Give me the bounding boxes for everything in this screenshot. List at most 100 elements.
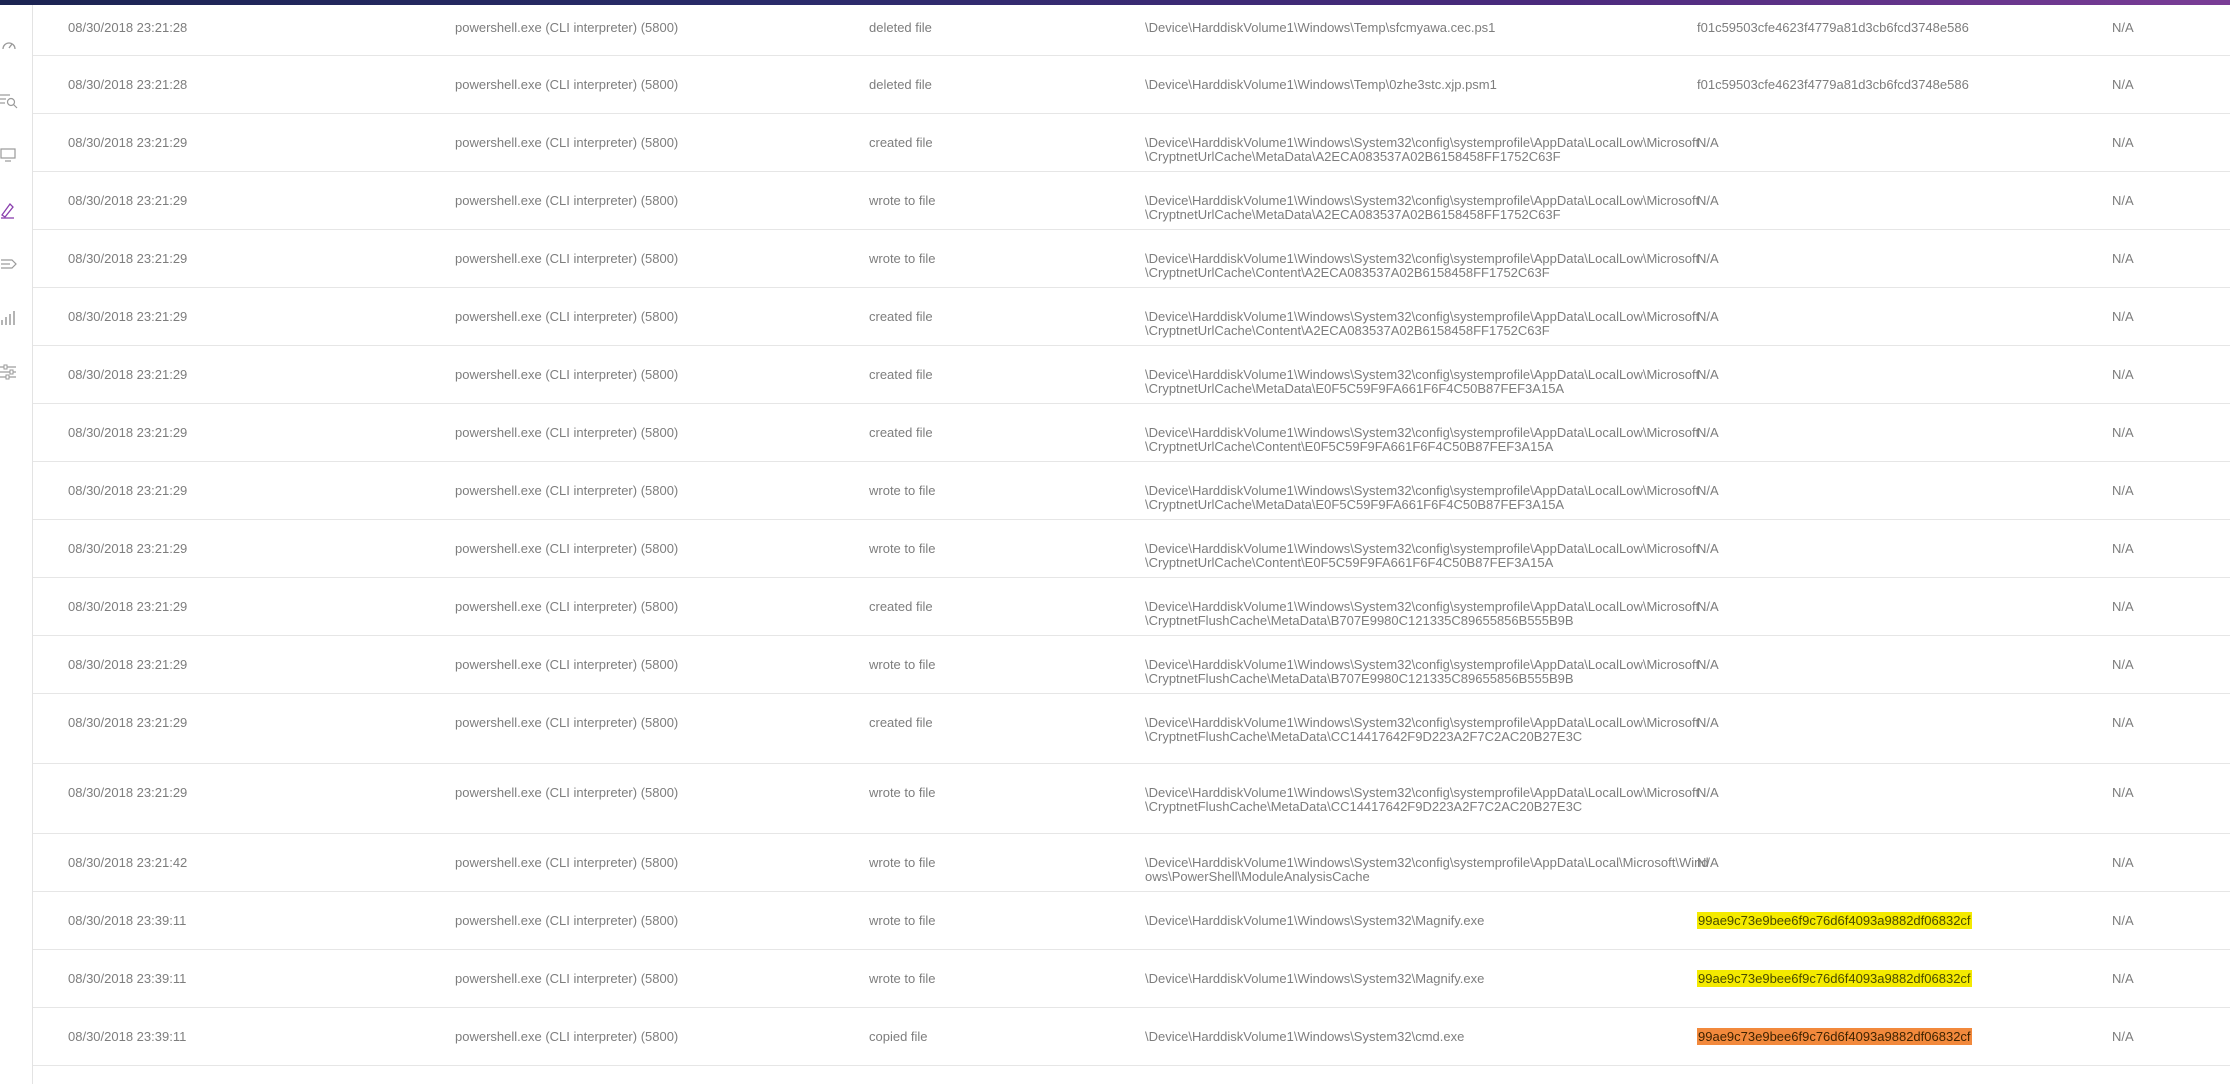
event-action: created file: [869, 135, 933, 150]
event-path: \Device\HarddiskVolume1\Windows\System32…: [1145, 855, 1709, 884]
event-action: created file: [869, 425, 933, 440]
event-path: \Device\HarddiskVolume1\Windows\System32…: [1145, 251, 1700, 280]
event-hash: N/A: [1697, 657, 1719, 672]
table-row[interactable]: 08/30/2018 23:21:29 powershell.exe (CLI i…: [33, 404, 2230, 462]
table-row[interactable]: 08/30/2018 23:21:28 powershell.exe (CLI i…: [33, 56, 2230, 114]
event-action: created file: [869, 367, 933, 382]
event-process: powershell.exe (CLI interpreter) (5800): [455, 77, 679, 92]
table-row[interactable]: 08/30/2018 23:21:29 powershell.exe (CLI i…: [33, 346, 2230, 404]
event-path: \Device\HarddiskVolume1\Windows\System32…: [1145, 599, 1700, 628]
event-process: powershell.exe (CLI interpreter) (5800): [455, 425, 679, 440]
table-row[interactable]: 08/30/2018 23:39:11 powershell.exe (CLI i…: [33, 1008, 2230, 1066]
sliders-icon[interactable]: [0, 361, 18, 383]
table-row[interactable]: 08/30/2018 23:21:28 powershell.exe (CLI i…: [33, 5, 2230, 56]
routing-icon[interactable]: [0, 253, 18, 275]
event-path: \Device\HarddiskVolume1\Windows\System32…: [1145, 135, 1700, 164]
event-action: wrote to file: [869, 785, 936, 800]
event-path: \Device\HarddiskVolume1\Windows\System32…: [1145, 971, 1485, 986]
event-process: powershell.exe (CLI interpreter) (5800): [455, 657, 679, 672]
event-hash: f01c59503cfe4623f4779a81d3cb6fcd3748e586: [1697, 20, 1969, 35]
event-path: \Device\HarddiskVolume1\Windows\System32…: [1145, 1029, 1465, 1044]
event-hash: f01c59503cfe4623f4779a81d3cb6fcd3748e586: [1697, 77, 1969, 92]
event-process: powershell.exe (CLI interpreter) (5800): [455, 785, 679, 800]
event-reputation: N/A: [2112, 77, 2134, 92]
event-process: powershell.exe (CLI interpreter) (5800): [455, 541, 679, 556]
event-reputation: N/A: [2112, 20, 2134, 35]
event-reputation: N/A: [2112, 599, 2134, 614]
event-hash: N/A: [1697, 309, 1719, 324]
investigate-icon[interactable]: [0, 199, 18, 221]
event-process: powershell.exe (CLI interpreter) (5800): [455, 135, 679, 150]
event-hash: N/A: [1697, 599, 1719, 614]
search-list-icon[interactable]: [0, 89, 18, 111]
event-path: \Device\HarddiskVolume1\Windows\System32…: [1145, 657, 1700, 686]
table-row[interactable]: 08/30/2018 23:21:29 powershell.exe (CLI i…: [33, 462, 2230, 520]
event-time: 08/30/2018 23:21:29: [68, 309, 188, 324]
event-process: powershell.exe (CLI interpreter) (5800): [455, 193, 679, 208]
hash-highlight: 99ae9c73e9bee6f9c76d6f4093a9882df06832cf: [1697, 912, 1972, 929]
hash-highlight: 99ae9c73e9bee6f9c76d6f4093a9882df06832cf: [1697, 1028, 1972, 1045]
table-row[interactable]: 08/30/2018 23:21:29 powershell.exe (CLI i…: [33, 230, 2230, 288]
table-row[interactable]: 08/30/2018 23:21:29 powershell.exe (CLI i…: [33, 694, 2230, 764]
table-row[interactable]: 08/30/2018 23:21:29 powershell.exe (CLI i…: [33, 520, 2230, 578]
event-path: \Device\HarddiskVolume1\Windows\Temp\0zh…: [1145, 77, 1497, 92]
event-path: \Device\HarddiskVolume1\Windows\System32…: [1145, 367, 1700, 396]
event-hash: N/A: [1697, 251, 1719, 266]
event-process: powershell.exe (CLI interpreter) (5800): [455, 483, 679, 498]
table-row[interactable]: 08/30/2018 23:39:11 powershell.exe (CLI i…: [33, 892, 2230, 950]
event-reputation: N/A: [2112, 483, 2134, 498]
event-reputation: N/A: [2112, 193, 2134, 208]
event-reputation: N/A: [2112, 425, 2134, 440]
event-reputation: N/A: [2112, 913, 2134, 928]
event-process: powershell.exe (CLI interpreter) (5800): [455, 251, 679, 266]
table-row[interactable]: 08/30/2018 23:21:29 powershell.exe (CLI i…: [33, 114, 2230, 172]
event-reputation: N/A: [2112, 251, 2134, 266]
table-row[interactable]: 08/30/2018 23:21:29 powershell.exe (CLI i…: [33, 764, 2230, 834]
event-time: 08/30/2018 23:21:29: [68, 367, 188, 382]
event-path: \Device\HarddiskVolume1\Windows\System32…: [1145, 541, 1700, 570]
event-time: 08/30/2018 23:21:29: [68, 785, 188, 800]
event-action: deleted file: [869, 77, 932, 92]
event-action: wrote to file: [869, 657, 936, 672]
event-action: wrote to file: [869, 251, 936, 266]
event-hash: N/A: [1697, 425, 1719, 440]
table-row[interactable]: 08/30/2018 23:21:29 powershell.exe (CLI i…: [33, 172, 2230, 230]
event-hash: 99ae9c73e9bee6f9c76d6f4093a9882df06832cf: [1697, 1028, 1972, 1045]
event-process: powershell.exe (CLI interpreter) (5800): [455, 20, 679, 35]
hash-highlight: 99ae9c73e9bee6f9c76d6f4093a9882df06832cf: [1697, 970, 1972, 987]
event-time: 08/30/2018 23:21:42: [68, 855, 188, 870]
monitor-icon[interactable]: [0, 143, 18, 165]
event-path: \Device\HarddiskVolume1\Windows\System32…: [1145, 785, 1700, 814]
event-action: copied file: [869, 1029, 928, 1044]
event-process: powershell.exe (CLI interpreter) (5800): [455, 367, 679, 382]
event-hash: N/A: [1697, 785, 1719, 800]
event-reputation: N/A: [2112, 785, 2134, 800]
event-time: 08/30/2018 23:39:11: [68, 971, 187, 986]
event-time: 08/30/2018 23:21:29: [68, 599, 188, 614]
bar-chart-icon[interactable]: [0, 307, 18, 329]
dashboard-gauge-icon[interactable]: [0, 35, 18, 57]
event-action: created file: [869, 309, 933, 324]
table-row[interactable]: 08/30/2018 23:21:42 powershell.exe (CLI i…: [33, 834, 2230, 892]
event-process: powershell.exe (CLI interpreter) (5800): [455, 715, 679, 730]
event-table: 08/30/2018 23:21:28 powershell.exe (CLI i…: [33, 5, 2230, 1066]
event-action: deleted file: [869, 20, 932, 35]
event-reputation: N/A: [2112, 715, 2134, 730]
table-row[interactable]: 08/30/2018 23:21:29 powershell.exe (CLI i…: [33, 288, 2230, 346]
table-row[interactable]: 08/30/2018 23:21:29 powershell.exe (CLI i…: [33, 578, 2230, 636]
event-action: wrote to file: [869, 193, 936, 208]
event-action: wrote to file: [869, 541, 936, 556]
table-row[interactable]: 08/30/2018 23:21:29 powershell.exe (CLI i…: [33, 636, 2230, 694]
table-row[interactable]: 08/30/2018 23:39:11 powershell.exe (CLI i…: [33, 950, 2230, 1008]
event-path: \Device\HarddiskVolume1\Windows\System32…: [1145, 309, 1700, 338]
event-hash: N/A: [1697, 855, 1719, 870]
event-process: powershell.exe (CLI interpreter) (5800): [455, 913, 679, 928]
event-process: powershell.exe (CLI interpreter) (5800): [455, 971, 679, 986]
event-path: \Device\HarddiskVolume1\Windows\System32…: [1145, 715, 1700, 744]
event-time: 08/30/2018 23:39:11: [68, 1029, 187, 1044]
event-reputation: N/A: [2112, 541, 2134, 556]
event-process: powershell.exe (CLI interpreter) (5800): [455, 855, 679, 870]
event-hash: N/A: [1697, 715, 1719, 730]
event-action: wrote to file: [869, 971, 936, 986]
event-path: \Device\HarddiskVolume1\Windows\System32…: [1145, 913, 1485, 928]
